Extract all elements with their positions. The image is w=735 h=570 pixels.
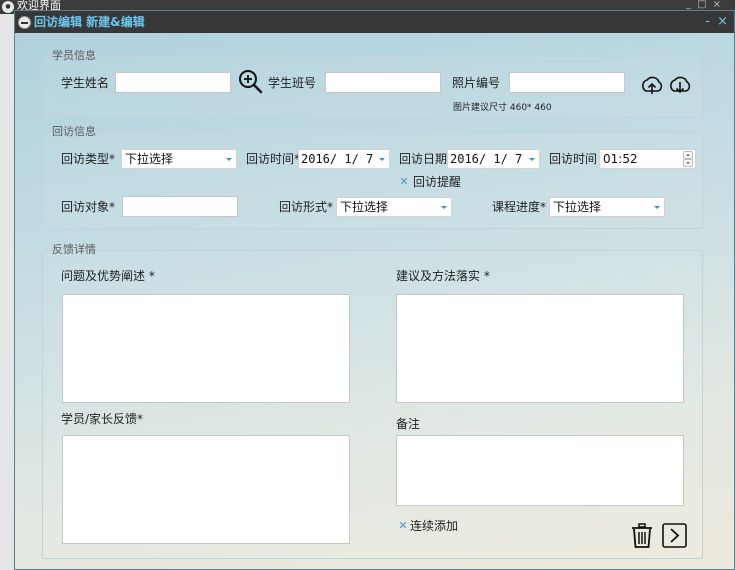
photo-number-input[interactable] [509,72,625,93]
chevron-down-icon [529,158,535,161]
visit-form-select[interactable]: 下拉选择 [336,197,452,217]
remarks-textarea[interactable] [396,435,684,506]
dialog-titlebar[interactable]: 回访编辑 新建&编辑 - × [15,11,734,33]
suggestions-textarea[interactable] [396,294,684,403]
visit-clock-value: 01:52 [603,152,638,166]
parent-feedback-label: 学员/家长反馈* [61,412,144,426]
visit-type-value: 下拉选择 [125,152,174,166]
visit-target-label: 回访对象* [61,200,116,214]
chevron-down-icon [379,158,385,161]
parent-feedback-textarea[interactable] [62,435,350,544]
visit-form-value: 下拉选择 [340,200,389,214]
student-info-legend: 学员信息 [52,49,96,62]
dialog-title: 回访编辑 新建&编辑 [34,15,145,29]
next-arrow-icon[interactable] [662,523,687,548]
background-window-controls[interactable]: _□× [686,0,727,10]
visit-target-input[interactable] [122,196,238,217]
student-class-input[interactable] [325,72,441,93]
chevron-down-icon [654,206,660,209]
minimize-button[interactable]: - [705,14,710,30]
close-button[interactable]: × [717,14,728,30]
delete-trash-icon[interactable] [631,523,653,549]
chevron-down-icon [226,158,232,161]
visit-date-picker[interactable]: 2016/ 1/ 7 [447,149,540,169]
photo-size-hint: 图片建议尺寸 460* 460 [453,103,552,113]
spin-up-icon[interactable] [683,151,693,159]
spinner-buttons[interactable] [683,151,693,167]
visit-clock-label: 回访时间 [549,152,598,166]
student-info-group: 学员信息 学生姓名 学生班号 照片编号 图片建议尺寸 460* 460 [42,49,703,118]
student-name-label: 学生姓名 [61,76,110,90]
chevron-down-icon [441,206,447,209]
visit-time-value: 2016/ 1/ 7 [301,152,374,166]
continuous-add-label: 连续添加 [410,519,459,533]
spin-down-icon[interactable] [683,159,693,167]
student-name-input[interactable] [115,72,231,93]
visit-date-value: 2016/ 1/ 7 [450,152,523,166]
download-icon[interactable] [667,73,693,99]
problems-label: 问题及优势阐述 * [61,269,155,283]
feedback-legend: 反馈详情 [52,243,96,256]
course-progress-value: 下拉选择 [553,200,602,214]
visit-info-group: 回访信息 回访类型* 下拉选择 回访时间* 2016/ 1/ 7 回访日期 20… [42,125,703,229]
feedback-group: 反馈详情 问题及优势阐述 * 建议及方法落实 * 学员/家长反馈* 备注 ✕ 连… [42,243,703,559]
visit-clock-spinner[interactable]: 01:52 [599,149,696,169]
course-progress-select[interactable]: 下拉选择 [549,197,665,217]
visit-info-legend: 回访信息 [52,125,96,138]
app-logo-icon: ● [2,1,14,13]
continuous-add-checkbox[interactable]: ✕ [398,520,408,531]
visit-reminder-checkbox[interactable]: ✕ [399,176,409,187]
visit-date-label: 回访日期 [399,152,448,166]
suggestions-label: 建议及方法落实 * [396,269,490,283]
dialog-logo-icon [18,16,31,29]
student-class-label: 学生班号 [268,76,317,90]
visit-reminder-label: 回访提醒 [413,175,462,189]
visit-time-label: 回访时间* [246,152,301,166]
background-window-edge [0,14,14,570]
visit-edit-dialog: 回访编辑 新建&编辑 - × 学员信息 学生姓名 学生班号 照片编号 图片建议尺… [14,10,735,570]
photo-number-label: 照片编号 [452,76,501,90]
visit-type-label: 回访类型* [61,152,116,166]
visit-type-select[interactable]: 下拉选择 [121,149,237,169]
visit-time-picker[interactable]: 2016/ 1/ 7 [298,149,390,169]
upload-icon[interactable] [639,73,665,99]
problems-textarea[interactable] [62,294,350,403]
remarks-label: 备注 [396,417,421,431]
visit-form-label: 回访形式* [279,200,334,214]
course-progress-label: 课程进度* [492,200,547,214]
zoom-in-icon[interactable] [238,69,264,95]
